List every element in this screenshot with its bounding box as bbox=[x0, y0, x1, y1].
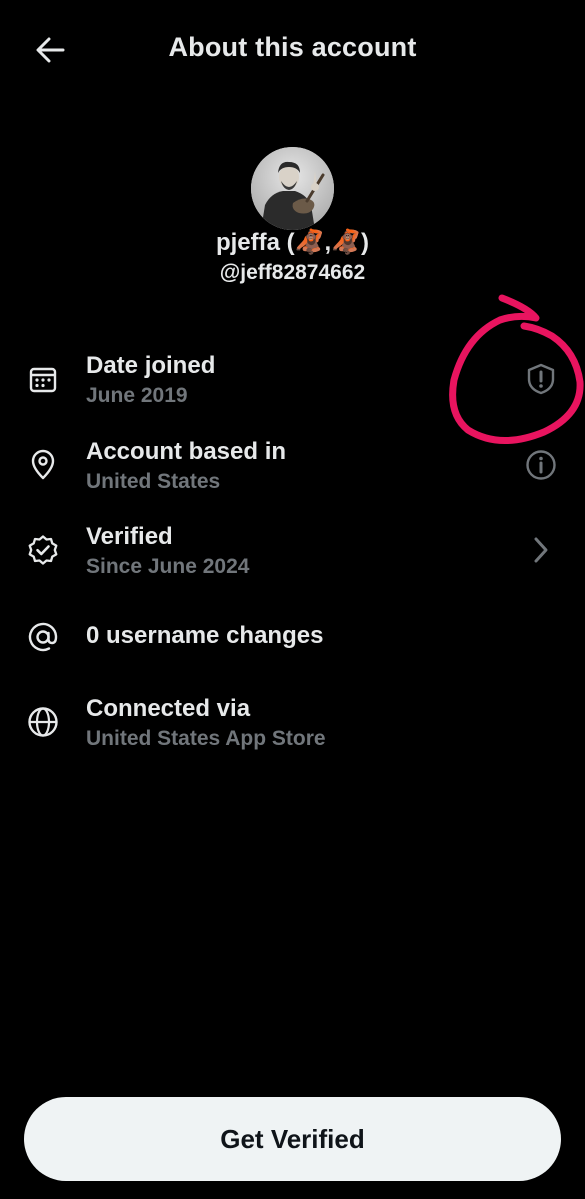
info-button[interactable] bbox=[522, 446, 560, 484]
row-title: 0 username changes bbox=[86, 622, 324, 649]
row-subtitle: June 2019 bbox=[86, 384, 188, 407]
row-subtitle: Since June 2024 bbox=[86, 555, 250, 578]
avatar[interactable] bbox=[251, 147, 334, 230]
display-name: pjeffa (🦧,🦧) bbox=[215, 229, 370, 256]
shield-info-button[interactable] bbox=[522, 360, 560, 398]
calendar-icon bbox=[26, 362, 60, 396]
row-verified[interactable]: Verified Since June 2024 bbox=[0, 521, 585, 581]
at-sign-icon bbox=[26, 620, 60, 654]
verified-badge-icon bbox=[26, 533, 60, 567]
row-title: Verified bbox=[86, 523, 173, 550]
row-title: Date joined bbox=[86, 352, 216, 379]
shield-alert-icon bbox=[527, 363, 555, 395]
verified-details-button[interactable] bbox=[522, 531, 560, 569]
row-title: Account based in bbox=[86, 438, 287, 465]
row-subtitle: United States bbox=[86, 470, 221, 493]
page-title: About this account bbox=[168, 32, 417, 62]
chevron-right-icon bbox=[534, 537, 548, 563]
row-username-changes: 0 username changes bbox=[0, 618, 585, 658]
row-subtitle: United States App Store bbox=[86, 727, 326, 750]
get-verified-button[interactable]: Get Verified bbox=[24, 1097, 561, 1181]
avatar-photo bbox=[251, 147, 334, 230]
info-icon bbox=[526, 450, 556, 480]
top-bar: About this account bbox=[0, 0, 585, 100]
row-account-based-in: Account based in United States bbox=[0, 436, 585, 496]
globe-icon bbox=[26, 705, 60, 739]
row-connected-via: Connected via United States App Store bbox=[0, 693, 585, 753]
row-date-joined: Date joined June 2019 bbox=[0, 350, 585, 410]
location-pin-icon bbox=[26, 448, 60, 482]
row-title: Connected via bbox=[86, 695, 251, 722]
username-handle: @jeff82874662 bbox=[219, 261, 366, 284]
